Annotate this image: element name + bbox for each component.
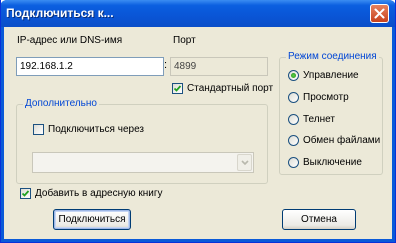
close-icon bbox=[374, 8, 385, 19]
add-to-address-book-label: Добавить в адресную книгу bbox=[35, 188, 163, 199]
host-input-field[interactable] bbox=[17, 58, 163, 75]
default-port-label: Стандартный порт bbox=[187, 83, 274, 94]
connection-mode-group: Режим соединения Управление Просмотр Тел… bbox=[279, 51, 383, 175]
port-input-field[interactable] bbox=[171, 58, 267, 75]
advanced-group: Дополнительно Подключиться через bbox=[16, 98, 268, 184]
mode-option-label: Телнет bbox=[303, 114, 335, 125]
cancel-button[interactable]: Отмена bbox=[282, 209, 356, 230]
radio-button[interactable] bbox=[288, 114, 299, 125]
mode-option-label: Обмен файлами bbox=[303, 135, 381, 146]
connect-dialog: Подключиться к... IP-адрес или DNS-имя :… bbox=[0, 0, 396, 243]
connect-via-dropdown[interactable] bbox=[32, 152, 254, 173]
host-port-separator: : bbox=[164, 59, 168, 71]
default-port-checkbox[interactable]: Стандартный порт bbox=[172, 83, 273, 94]
dropdown-arrow-button[interactable] bbox=[237, 154, 252, 171]
connect-via-checkbox[interactable]: Подключиться через bbox=[33, 124, 144, 135]
radio-button[interactable] bbox=[288, 157, 299, 168]
mode-option-shutdown[interactable]: Выключение bbox=[288, 157, 362, 168]
title-bar[interactable]: Подключиться к... bbox=[0, 0, 396, 27]
advanced-group-title: Дополнительно bbox=[23, 98, 99, 109]
mode-option-file-transfer[interactable]: Обмен файлами bbox=[288, 135, 380, 146]
mode-option-control[interactable]: Управление bbox=[288, 70, 359, 81]
checkmark-icon bbox=[173, 85, 182, 92]
radio-button[interactable] bbox=[288, 92, 299, 103]
chevron-down-icon bbox=[241, 160, 249, 166]
radio-selected-dot bbox=[291, 73, 296, 78]
close-button[interactable] bbox=[370, 4, 389, 23]
radio-button[interactable] bbox=[288, 135, 299, 146]
port-label: Порт bbox=[173, 35, 196, 46]
mode-option-view[interactable]: Просмотр bbox=[288, 92, 349, 103]
checkmark-icon bbox=[21, 190, 30, 197]
checkbox-box[interactable] bbox=[33, 124, 44, 135]
checkbox-box[interactable] bbox=[20, 188, 31, 199]
mode-option-label: Управление bbox=[303, 70, 359, 81]
mode-option-telnet[interactable]: Телнет bbox=[288, 114, 335, 125]
connect-via-label: Подключиться через bbox=[48, 124, 145, 135]
radio-button[interactable] bbox=[288, 70, 299, 81]
connection-mode-title: Режим соединения bbox=[286, 51, 379, 62]
host-input[interactable] bbox=[16, 57, 164, 76]
mode-option-label: Выключение bbox=[303, 157, 362, 168]
connect-button[interactable]: Подключиться bbox=[53, 209, 131, 230]
window-title: Подключиться к... bbox=[6, 6, 114, 20]
add-to-address-book-checkbox[interactable]: Добавить в адресную книгу bbox=[20, 188, 163, 199]
mode-option-label: Просмотр bbox=[303, 92, 349, 103]
port-input[interactable] bbox=[170, 57, 268, 76]
host-label: IP-адрес или DNS-имя bbox=[17, 35, 123, 46]
dialog-body: IP-адрес или DNS-имя : Порт Стандартный … bbox=[4, 27, 392, 239]
checkbox-box[interactable] bbox=[172, 83, 183, 94]
